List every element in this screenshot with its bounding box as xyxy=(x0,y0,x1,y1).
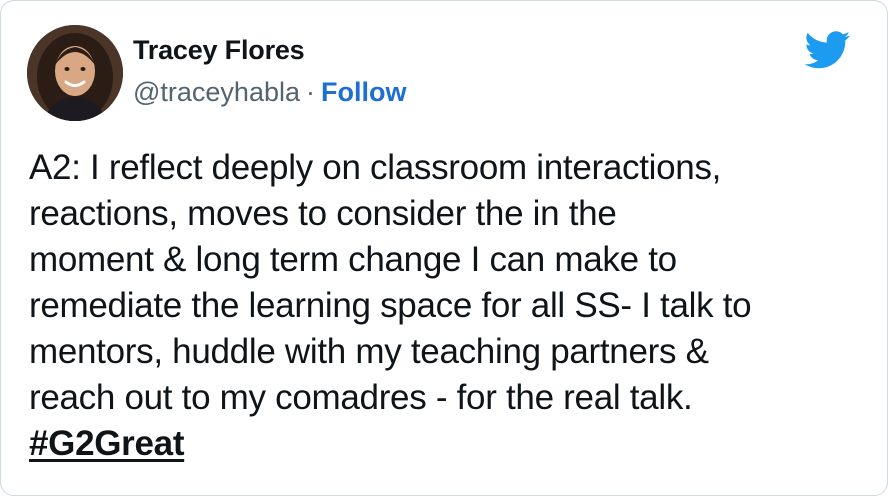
twitter-bird-icon[interactable] xyxy=(805,31,851,69)
author-meta: @traceyhabla · Follow xyxy=(133,77,406,108)
author-handle[interactable]: @traceyhabla xyxy=(133,77,300,107)
tweet-line: A2: I reflect deeply on classroom intera… xyxy=(29,148,722,187)
hashtag-link[interactable]: #G2Great xyxy=(29,424,184,463)
author-name[interactable]: Tracey Flores xyxy=(133,35,305,66)
tweet-line: reactions, moves to consider the in the xyxy=(29,194,617,233)
profile-photo-icon xyxy=(27,25,123,121)
follow-link[interactable]: Follow xyxy=(321,77,406,107)
tweet-line: remediate the learning space for all SS-… xyxy=(29,286,752,325)
tweet-body: A2: I reflect deeply on classroom intera… xyxy=(29,145,869,467)
tweet-card: Tracey Flores @traceyhabla · Follow A2: I … xyxy=(0,0,888,496)
tweet-line: mentors, huddle with my teaching partner… xyxy=(29,332,709,371)
avatar[interactable] xyxy=(27,25,123,121)
separator-dot: · xyxy=(306,77,315,107)
tweet-line: moment & long term change I can make to xyxy=(29,240,677,279)
tweet-line: reach out to my comadres - for the real … xyxy=(29,378,693,417)
